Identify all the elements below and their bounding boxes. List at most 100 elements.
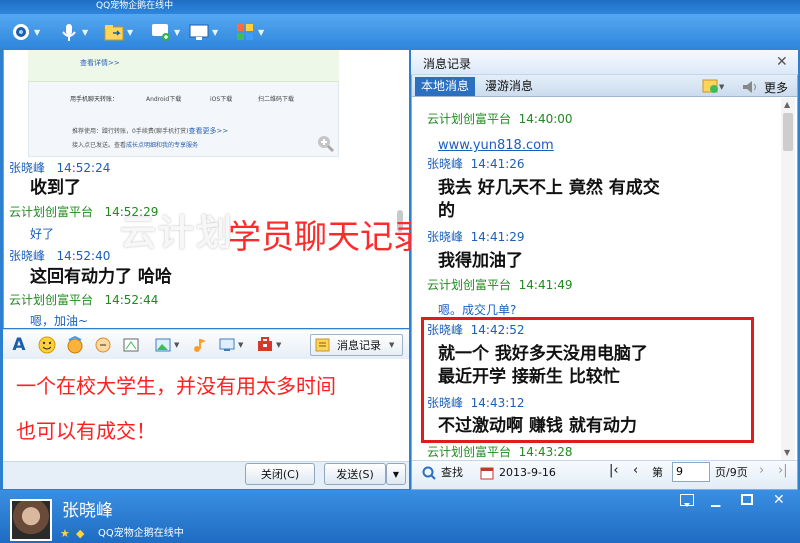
prev-page-icon[interactable]: ‹ bbox=[633, 464, 638, 478]
last-page-icon[interactable]: ›| bbox=[778, 464, 788, 478]
video-call-button[interactable]: ▼ bbox=[10, 20, 40, 44]
search-icon[interactable] bbox=[422, 465, 436, 484]
history-date[interactable]: 2013-9-16 bbox=[499, 466, 556, 480]
chevron-down-icon: ▼ bbox=[389, 341, 395, 349]
android-download-link[interactable]: Android下载 bbox=[146, 94, 181, 103]
pet-icon: ◆ bbox=[76, 527, 85, 540]
maximize-icon[interactable] bbox=[741, 494, 753, 505]
chat-message-text: 嗯，加油~ bbox=[30, 314, 89, 328]
promo-more-link[interactable]: 查看更多>> bbox=[189, 127, 229, 135]
toolbox-icon[interactable] bbox=[255, 335, 275, 355]
avatar[interactable] bbox=[10, 499, 52, 541]
history-message: 我去 好几天不上 竟然 有成交 bbox=[438, 178, 660, 198]
close-button[interactable]: 关闭(C) bbox=[245, 463, 315, 485]
send-options-button[interactable]: ▼ bbox=[386, 463, 406, 485]
dropdown-icon[interactable] bbox=[680, 494, 694, 507]
history-scroll-thumb[interactable] bbox=[783, 113, 793, 151]
contact-name: 张晓峰 bbox=[62, 501, 113, 521]
chevron-down-icon: ▼ bbox=[127, 27, 134, 37]
history-sender: 云计划创富平台 14:43:28 bbox=[427, 445, 573, 459]
history-icon bbox=[315, 338, 331, 352]
send-file-button[interactable]: ▼ bbox=[103, 20, 133, 44]
star-icon: ★ bbox=[60, 527, 70, 540]
promo-note2-text: 接入点已发送。查看 bbox=[72, 142, 127, 149]
qrcode-download-link[interactable]: 扫二维码下载 bbox=[258, 94, 294, 103]
folder-icon bbox=[103, 21, 125, 43]
shake-icon[interactable] bbox=[93, 335, 113, 355]
promo-note: 推荐使用：蹭行转账，0手续费(聊手机打赏)查看更多>> bbox=[72, 126, 228, 136]
chevron-down-icon: ▼ bbox=[82, 27, 89, 37]
overlay-caption-text: 学员聊天记录 bbox=[228, 217, 426, 256]
message-history-button[interactable]: 消息记录 ▼ bbox=[310, 334, 403, 356]
history-message: 我得加油了 bbox=[438, 251, 523, 271]
chat-add-icon bbox=[150, 21, 172, 43]
chevron-down-icon: ▼ bbox=[258, 27, 265, 37]
apps-button[interactable]: ▼ bbox=[234, 20, 264, 44]
monitor-icon bbox=[188, 21, 210, 43]
history-scrollbar[interactable] bbox=[781, 98, 795, 460]
chevron-down-icon: ▼ bbox=[392, 469, 400, 479]
screen-share-icon[interactable] bbox=[217, 335, 237, 355]
chat-message-text: 收到了 bbox=[30, 178, 81, 198]
music-icon[interactable] bbox=[189, 335, 209, 355]
qq-chat-window: QQ宠物企鹅在线中 ▼ ▼ ▼ ▼ ▼ ▼ 查看详情>> 用手机聊天转账： An… bbox=[0, 0, 800, 543]
chat-message-text: 这回有动力了 哈哈 bbox=[30, 267, 172, 287]
history-sender: 云计划创富平台 14:41:49 bbox=[427, 278, 573, 292]
chat-message-sender: 云计划创富平台 14:52:44 bbox=[9, 293, 159, 307]
history-message: 的 bbox=[438, 201, 455, 221]
chat-message-text: 好了 bbox=[30, 227, 55, 241]
chat-message-sender: 张晓峰 14:52:24 bbox=[9, 161, 111, 175]
first-page-icon[interactable]: |‹ bbox=[609, 464, 619, 478]
next-page-icon[interactable]: › bbox=[759, 464, 764, 478]
page-number-input[interactable]: 9 bbox=[672, 462, 710, 482]
image-icon[interactable] bbox=[153, 335, 173, 355]
history-tools-icon[interactable]: ▼ bbox=[702, 78, 725, 98]
search-button[interactable]: 查找 bbox=[441, 466, 463, 480]
promo-note-2: 接入点已发送。查看成长点明细和我的专享服务 bbox=[72, 140, 198, 149]
tab-local-messages[interactable]: 本地消息 bbox=[415, 77, 475, 96]
history-sender: 张晓峰 14:41:26 bbox=[427, 157, 525, 171]
promo-download-label: 用手机聊天转账： bbox=[70, 96, 119, 103]
close-icon[interactable]: ✕ bbox=[776, 54, 788, 70]
voice-call-button[interactable]: ▼ bbox=[58, 20, 88, 44]
scroll-up-icon[interactable]: ▲ bbox=[784, 100, 790, 109]
camera-icon bbox=[10, 21, 32, 43]
calendar-icon[interactable] bbox=[480, 465, 494, 484]
promo-details-link[interactable]: 查看详情>> bbox=[80, 58, 120, 68]
chat-message-sender: 张晓峰 14:52:40 bbox=[9, 249, 111, 263]
promo-note-text: 推荐使用：蹭行转账，0手续费(聊手机打赏) bbox=[72, 128, 189, 135]
chevron-down-icon: ▼ bbox=[174, 27, 181, 37]
microphone-icon bbox=[58, 21, 80, 43]
send-button[interactable]: 发送(S) bbox=[324, 463, 386, 485]
highlight-box bbox=[421, 317, 754, 443]
top-status-text: QQ宠物企鹅在线中 bbox=[96, 1, 174, 11]
minimize-icon[interactable]: ▁ bbox=[711, 494, 720, 506]
history-link[interactable]: www.yun818.com bbox=[438, 135, 554, 156]
tab-roaming-messages[interactable]: 漫游消息 bbox=[485, 77, 533, 96]
zoom-in-icon[interactable] bbox=[316, 134, 335, 153]
input-text-line: 也可以有成交！ bbox=[16, 419, 156, 443]
create-group-button[interactable]: ▼ bbox=[150, 20, 180, 44]
message-history-label: 消息记录 bbox=[337, 339, 381, 352]
ios-download-link[interactable]: iOS下载 bbox=[210, 94, 232, 103]
font-icon[interactable]: A bbox=[9, 335, 29, 355]
speaker-icon[interactable] bbox=[741, 79, 759, 99]
magic-emoji-icon[interactable] bbox=[65, 335, 85, 355]
contact-status: QQ宠物企鹅在线中 bbox=[98, 528, 184, 539]
format-toolbar: A ▼ ▼ ▼ 消息记录 ▼ bbox=[3, 329, 409, 359]
scroll-down-icon[interactable]: ▼ bbox=[784, 448, 790, 457]
chevron-down-icon: ▼ bbox=[238, 341, 244, 349]
input-text-line: 一个在校大学生，并没有用太多时间 bbox=[16, 374, 336, 398]
promo-service-link[interactable]: 成长点明细和我的专享服务 bbox=[126, 142, 198, 149]
chat-toolbar: ▼ ▼ ▼ ▼ ▼ ▼ bbox=[0, 14, 800, 50]
screenshot-icon[interactable] bbox=[121, 335, 141, 355]
history-panel-title: 消息记录 bbox=[411, 50, 798, 75]
remote-desktop-button[interactable]: ▼ bbox=[188, 20, 218, 44]
overlay-brand-text: 云计划 bbox=[120, 213, 235, 254]
page-suffix: 页/9页 bbox=[715, 466, 748, 479]
history-sender: 云计划创富平台 14:40:00 bbox=[427, 112, 573, 126]
chevron-down-icon: ▼ bbox=[212, 27, 219, 37]
emoji-icon[interactable] bbox=[37, 335, 57, 355]
window-close-icon[interactable]: ✕ bbox=[773, 492, 785, 508]
more-button[interactable]: 更多 bbox=[764, 79, 788, 96]
